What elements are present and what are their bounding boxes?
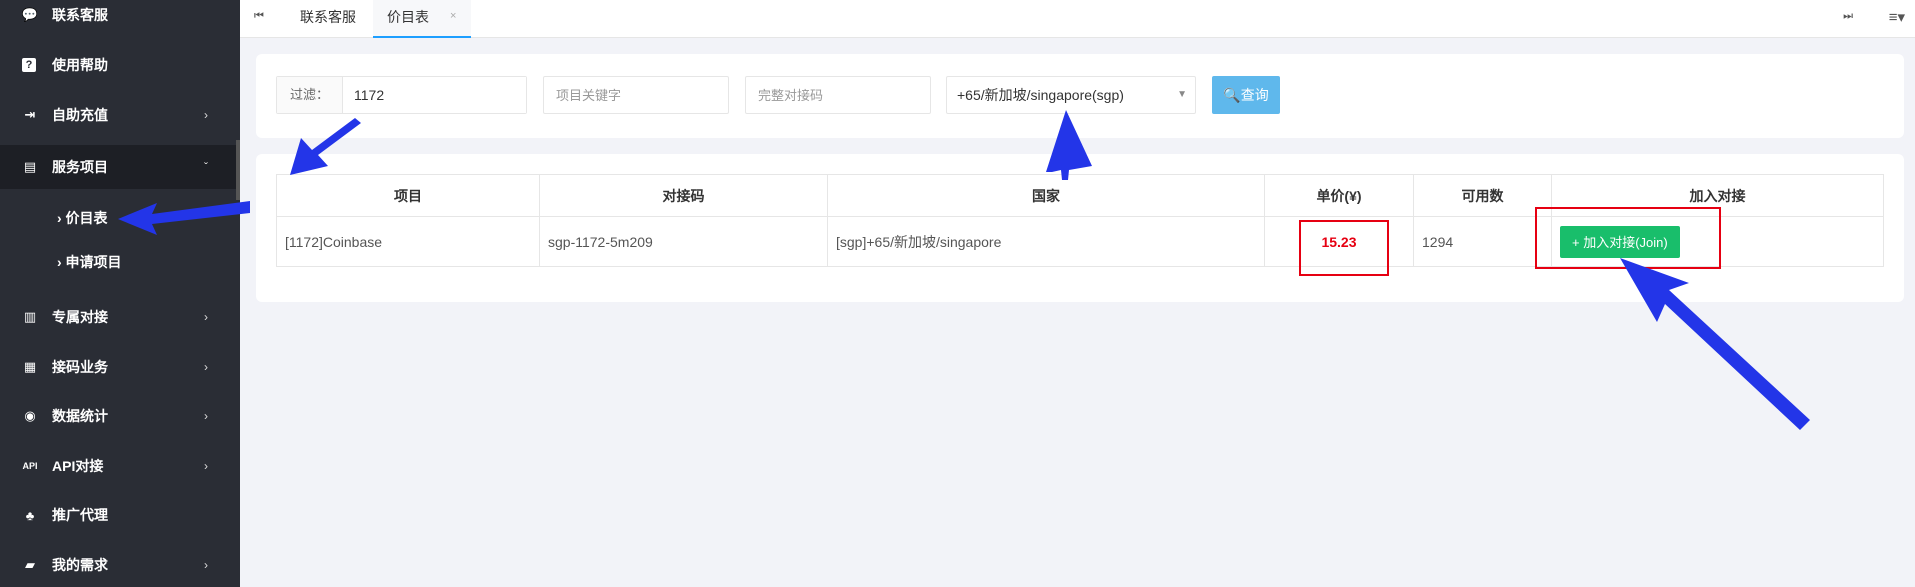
code-input[interactable] — [745, 76, 931, 114]
results-panel: 项目 对接码 国家 单价(¥) 可用数 加入对接 [1172]Coinbase … — [256, 154, 1904, 302]
sidebar-item-label: 自助充值 — [52, 107, 108, 123]
recharge-icon: ⇥ — [24, 107, 36, 122]
api-icon: API — [22, 461, 38, 471]
book-icon: ▥ — [23, 309, 37, 324]
chat-icon: 💬 — [21, 7, 39, 22]
sidebar-subitem-apply[interactable]: › 申请项目 — [0, 244, 240, 280]
col-header-price: 单价(¥) — [1264, 174, 1414, 217]
caret-down-icon: ▼ — [1177, 89, 1187, 100]
col-header-available: 可用数 — [1413, 174, 1552, 217]
sidebar-item-label: 专属对接 — [52, 309, 108, 325]
sidebar-item-requests[interactable]: ▰ 我的需求 › — [0, 545, 240, 585]
tab-bar: ⏮ 联系客服 价目表 × ⏭ ≡▾ — [240, 0, 1915, 38]
chevron-right-icon: › — [204, 459, 208, 473]
cell-price: 15.23 — [1264, 216, 1414, 267]
cell-available: 1294 — [1413, 216, 1552, 267]
cell-country: [sgp]+65/新加坡/singapore — [827, 216, 1265, 267]
sidebar-item-label: 我的需求 — [52, 557, 108, 573]
col-header-country: 国家 — [827, 174, 1265, 217]
chevron-right-icon: › — [204, 409, 208, 423]
sidebar: 💬 联系客服 ? 使用帮助 ⇥ 自助充值 › ▤ 服务项目 ˇ › 价目表 › … — [0, 0, 240, 587]
sidebar-item-label: 使用帮助 — [52, 57, 108, 73]
sidebar-item-promote[interactable]: ♣ 推广代理 — [0, 495, 240, 535]
col-header-join: 加入对接 — [1551, 174, 1884, 217]
sidebar-item-label: API对接 — [52, 458, 104, 474]
col-header-project: 项目 — [276, 174, 540, 217]
col-header-code: 对接码 — [539, 174, 828, 217]
truck-icon: ▰ — [25, 557, 35, 572]
sidebar-item-stats[interactable]: ◉ 数据统计 › — [0, 396, 240, 436]
sitemap-icon: ♣ — [25, 507, 35, 523]
tab-label: 价目表 — [387, 9, 429, 25]
tab-contact[interactable]: 联系客服 — [286, 0, 370, 38]
cell-join: + 加入对接(Join) — [1551, 216, 1884, 267]
close-icon[interactable]: × — [450, 10, 456, 22]
sidebar-item-label: 服务项目 — [52, 159, 108, 175]
cell-code: sgp-1172-5m209 — [539, 216, 828, 267]
query-button[interactable]: 🔍查询 — [1212, 76, 1280, 114]
sidebar-item-label: 数据统计 — [52, 408, 108, 424]
chevron-right-icon: › — [204, 360, 208, 374]
chevron-right-icon: › — [204, 108, 208, 122]
last-tab-icon[interactable]: ⏭ — [1843, 10, 1853, 23]
chevron-right-icon: › — [204, 310, 208, 324]
sidebar-item-label: 接码业务 — [52, 359, 108, 375]
keyword-input[interactable] — [543, 76, 729, 114]
sidebar-item-contact[interactable]: 💬 联系客服 — [0, 0, 240, 35]
sidebar-subitem-label: › 价目表 — [57, 210, 108, 226]
filter-group: 过滤： — [276, 76, 527, 114]
tab-label: 联系客服 — [300, 9, 356, 25]
sidebar-item-label: 推广代理 — [52, 507, 108, 523]
service-icon: ▤ — [23, 159, 37, 174]
table-header-row: 项目 对接码 国家 单价(¥) 可用数 加入对接 — [276, 174, 1884, 217]
join-button[interactable]: + 加入对接(Join) — [1560, 225, 1680, 258]
code-icon: ▦ — [23, 359, 37, 374]
search-panel: 过滤： +65/新加坡/singapore(sgp) ▼ 🔍查询 — [256, 54, 1904, 138]
sidebar-item-api[interactable]: API API对接 › — [0, 446, 240, 486]
results-table: 项目 对接码 国家 单价(¥) 可用数 加入对接 [1172]Coinbase … — [276, 174, 1884, 267]
sidebar-item-code-business[interactable]: ▦ 接码业务 › — [0, 347, 240, 387]
chevron-down-icon: ˇ — [204, 160, 208, 174]
database-icon: ◉ — [24, 408, 36, 423]
filter-input[interactable] — [344, 77, 526, 113]
sidebar-subitem-pricelist[interactable]: › 价目表 — [0, 200, 240, 236]
sidebar-item-exclusive[interactable]: ▥ 专属对接 › — [0, 297, 240, 337]
table-row: [1172]Coinbase sgp-1172-5m209 [sgp]+65/新… — [276, 216, 1884, 267]
sidebar-subitem-label: › 申请项目 — [57, 254, 122, 270]
country-select[interactable]: +65/新加坡/singapore(sgp) ▼ — [946, 76, 1196, 114]
sidebar-item-service[interactable]: ▤ 服务项目 ˇ — [0, 145, 240, 189]
sidebar-item-help[interactable]: ? 使用帮助 — [0, 45, 240, 85]
cell-project: [1172]Coinbase — [276, 216, 540, 267]
sidebar-scrollbar[interactable] — [236, 140, 240, 200]
filter-label: 过滤： — [277, 77, 343, 113]
sidebar-item-recharge[interactable]: ⇥ 自助充值 › — [0, 95, 240, 135]
first-tab-icon[interactable]: ⏮ — [254, 10, 264, 23]
chevron-right-icon: › — [204, 558, 208, 572]
menu-icon[interactable]: ≡▾ — [1889, 8, 1905, 26]
sidebar-item-label: 联系客服 — [52, 7, 108, 23]
help-icon: ? — [22, 58, 36, 72]
country-select-value: +65/新加坡/singapore(sgp) — [957, 87, 1124, 103]
